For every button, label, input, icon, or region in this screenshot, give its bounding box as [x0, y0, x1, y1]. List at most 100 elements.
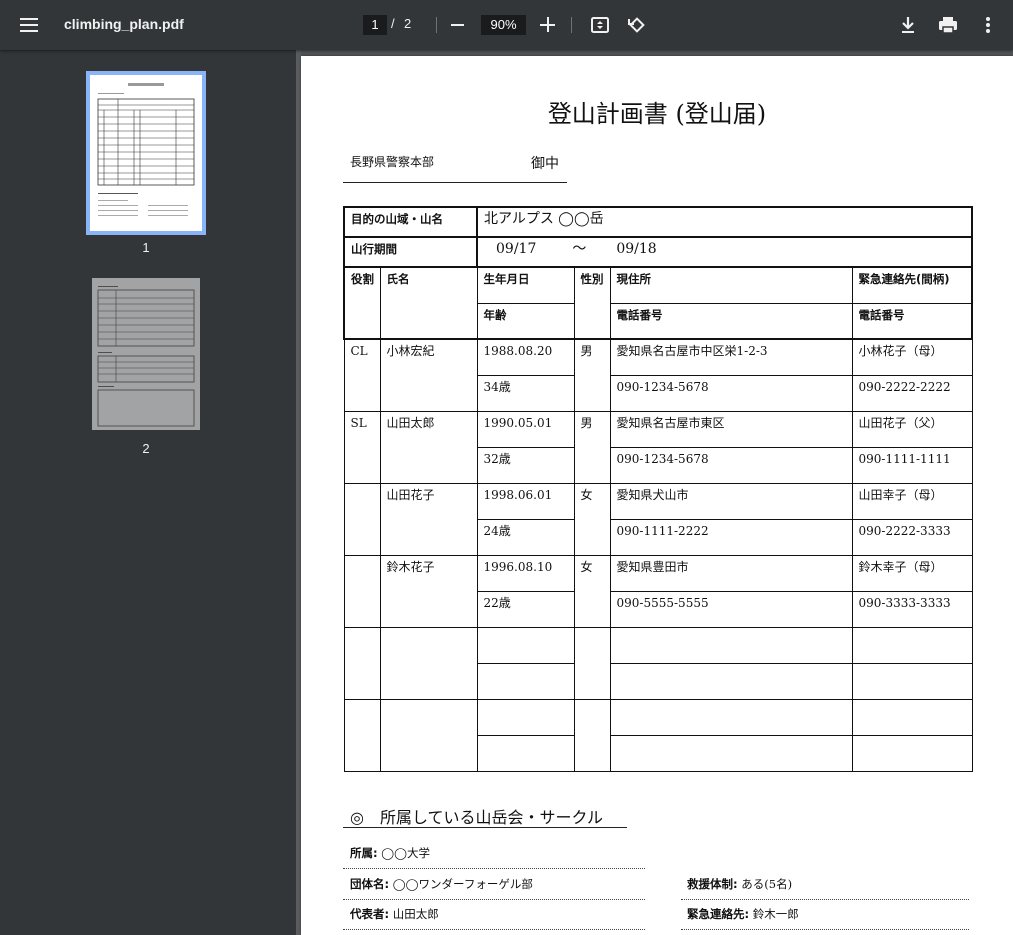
member-emergency-phone: [851, 734, 973, 772]
emergency-contact-label: 緊急連絡先:: [687, 907, 750, 921]
dotted-rule: [343, 929, 645, 930]
member-name: 山田花子: [379, 482, 478, 556]
honorific: 御中: [531, 156, 559, 172]
member-address: [609, 626, 853, 664]
member-age: 22歳: [476, 590, 575, 628]
emergency-contact-row: 緊急連絡先: 鈴木一郎: [687, 906, 799, 922]
pdf-toolbar: climbing_plan.pdf 1 / 2 90%: [0, 0, 1013, 50]
header-emergency: 緊急連絡先(間柄): [851, 266, 974, 304]
pdf-page: 登山計画書 (登山届) 長野県警察本部 御中 目的の山域・山名 北アルプス ◯◯…: [301, 56, 1013, 935]
header-name: 氏名: [379, 266, 478, 340]
target-label: 目的の山域・山名: [343, 206, 478, 238]
club-section-title: ◎ 所属している山岳会・サークル: [350, 808, 604, 827]
member-role: SL: [343, 410, 381, 484]
member-table: 目的の山域・山名 北アルプス ◯◯岳 山行期間 09/17 〜 09/18 役割 氏…: [343, 206, 974, 772]
page-thumbnail-1[interactable]: [86, 71, 206, 235]
member-gender: [573, 626, 611, 700]
menu-icon[interactable]: [16, 12, 44, 38]
member-age: 34歳: [476, 374, 575, 412]
member-birthdate: [476, 626, 575, 664]
fit-to-page-icon[interactable]: [590, 15, 610, 35]
page-thumbnail-preview: [97, 286, 195, 427]
rotate-icon[interactable]: [626, 14, 648, 36]
member-address: 愛知県名古屋市東区: [609, 410, 853, 448]
member-emergency: 小林花子（母）: [851, 338, 973, 376]
member-emergency-phone: 090-3333-3333: [851, 590, 973, 628]
more-options-icon[interactable]: [982, 15, 994, 35]
member-emergency: 鈴木幸子（母）: [851, 554, 973, 592]
page-thumbnail-2[interactable]: [92, 278, 200, 430]
member-emergency-phone: 090-2222-3333: [851, 518, 973, 556]
member-role: [343, 554, 381, 628]
header-birthdate: 生年月日: [476, 266, 575, 304]
addressee-underline: [343, 182, 567, 183]
member-emergency: 山田花子（父）: [851, 410, 973, 448]
member-address: 愛知県豊田市: [609, 554, 853, 592]
thumbnail-label: 2: [142, 441, 150, 456]
member-emergency: [851, 698, 973, 736]
print-icon[interactable]: [937, 15, 959, 35]
member-role: [343, 482, 381, 556]
member-phone: [609, 734, 853, 772]
document-title: climbing_plan.pdf: [64, 16, 184, 32]
page-title: 登山計画書 (登山届): [547, 100, 767, 128]
member-role: CL: [343, 338, 381, 412]
page-separator: /: [391, 16, 395, 31]
period-start: 09/17: [496, 241, 537, 257]
page-thumbnail-preview: [90, 75, 202, 231]
header-address: 現住所: [609, 266, 853, 304]
affiliation-label: 所属:: [350, 846, 378, 860]
representative-row: 代表者: 山田太郎: [350, 906, 439, 922]
member-birthdate: [476, 698, 575, 736]
group-label: 団体名:: [350, 877, 390, 891]
target-value: 北アルプス ◯◯岳: [475, 206, 974, 238]
member-phone: 090-1234-5678: [609, 374, 853, 412]
header-role: 役割: [343, 266, 381, 340]
member-role: [343, 698, 381, 772]
representative-value: 山田太郎: [392, 907, 439, 921]
zoom-out-icon[interactable]: [451, 24, 464, 26]
member-gender: 女: [573, 482, 611, 556]
member-age: [476, 734, 575, 772]
member-emergency-phone: 090-1111-1111: [851, 446, 973, 484]
member-phone: 090-1234-5678: [609, 446, 853, 484]
page-total: 2: [404, 16, 412, 31]
dotted-rule: [343, 868, 645, 869]
affiliation-value: ◯◯大学: [381, 846, 431, 860]
download-icon[interactable]: [898, 15, 918, 35]
member-birthdate: 1998.06.01: [476, 482, 575, 520]
dotted-rule: [681, 899, 969, 900]
zoom-level-input[interactable]: 90%: [481, 15, 526, 35]
member-name: 鈴木花子: [379, 554, 478, 628]
member-age: 32歳: [476, 446, 575, 484]
member-emergency-phone: [851, 662, 973, 700]
member-emergency-phone: 090-2222-2222: [851, 374, 973, 412]
member-name: 山田太郎: [379, 410, 478, 484]
toolbar-divider: [436, 17, 437, 33]
member-address: [609, 698, 853, 736]
member-age: 24歳: [476, 518, 575, 556]
member-gender: 男: [573, 410, 611, 484]
affiliation-row: 所属: ◯◯大学: [350, 845, 430, 861]
member-emergency: [851, 626, 973, 664]
group-value: ◯◯ワンダーフォーゲル部: [392, 877, 533, 891]
member-name: [379, 698, 478, 772]
page-number-input[interactable]: 1: [363, 15, 387, 35]
member-phone: 090-5555-5555: [609, 590, 853, 628]
member-gender: 女: [573, 554, 611, 628]
zoom-in-icon[interactable]: [540, 17, 555, 32]
member-phone: [609, 662, 853, 700]
member-address: 愛知県犬山市: [609, 482, 853, 520]
member-birthdate: 1990.05.01: [476, 410, 575, 448]
representative-label: 代表者:: [350, 907, 390, 921]
dotted-rule: [343, 899, 645, 900]
addressee: 長野県警察本部: [350, 155, 435, 169]
rescue-value: ある(5名): [741, 877, 793, 891]
member-gender: [573, 698, 611, 772]
rescue-row: 救援体制: ある(5名): [687, 876, 792, 892]
section-underline: [343, 827, 627, 828]
thumbnail-label: 1: [142, 240, 150, 255]
period-end: 09/18: [616, 241, 657, 257]
member-age: [476, 662, 575, 700]
member-role: [343, 626, 381, 700]
